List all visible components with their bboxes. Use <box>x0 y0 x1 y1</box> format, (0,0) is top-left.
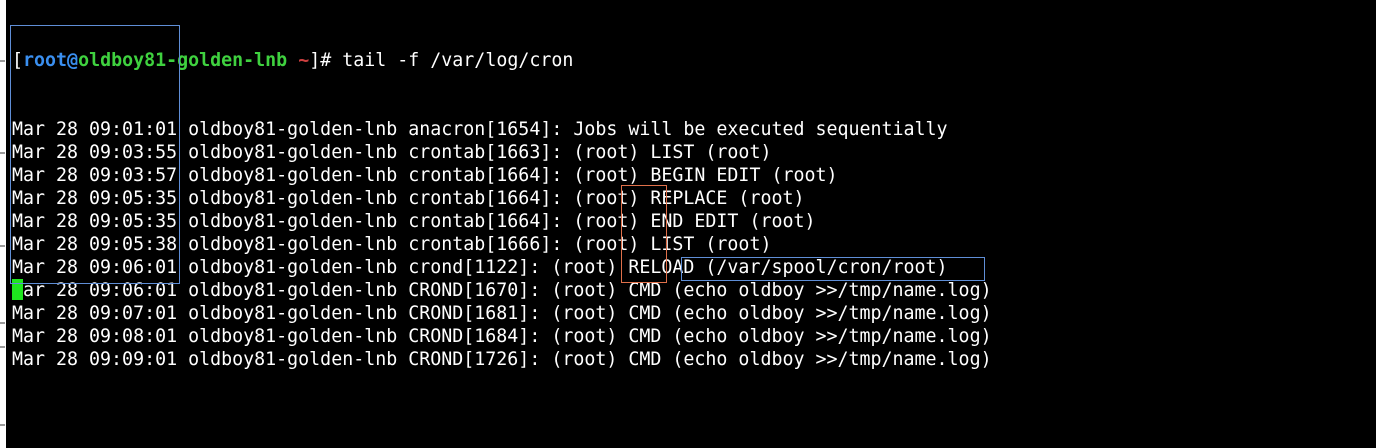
edge-mark <box>0 424 5 426</box>
edge-mark <box>0 245 5 247</box>
log-message: CROND[1684]: (root) CMD (echo oldboy >>/… <box>408 326 992 347</box>
edge-mark <box>0 152 5 154</box>
log-timestamp: Mar 28 09:07:01 <box>12 303 178 324</box>
log-line: Mar 28 09:09:01 oldboy81-golden-lnb CRON… <box>12 348 992 371</box>
log-host: oldboy81-golden-lnb <box>188 349 398 370</box>
log-host: oldboy81-golden-lnb <box>188 165 398 186</box>
prompt-command: tail -f /var/log/cron <box>342 50 574 71</box>
log-message: crontab[1663]: (root) LIST (root) <box>408 142 772 163</box>
log-message: CROND[1670]: (root) CMD (echo oldboy >>/… <box>408 280 992 301</box>
log-line: Mar 28 09:08:01 oldboy81-golden-lnb CRON… <box>12 325 992 348</box>
log-message: anacron[1654]: Jobs will be executed seq… <box>408 119 948 140</box>
edge-mark <box>0 346 5 348</box>
log-message: crontab[1666]: (root) LIST (root) <box>408 234 772 255</box>
prompt-close: ]# <box>309 50 343 71</box>
log-line: Mar 28 09:07:01 oldboy81-golden-lnb CRON… <box>12 302 992 325</box>
timestamp-highlight-box <box>10 25 180 284</box>
log-host: oldboy81-golden-lnb <box>188 280 398 301</box>
log-host: oldboy81-golden-lnb <box>188 257 398 278</box>
log-message: CROND[1726]: (root) CMD (echo oldboy >>/… <box>408 349 992 370</box>
log-host: oldboy81-golden-lnb <box>188 303 398 324</box>
log-timestamp: Mar 28 09:09:01 <box>12 349 178 370</box>
echo-command-highlight-box <box>681 257 985 281</box>
terminal-window[interactable]: [root@oldboy81-golden-lnb ~]# tail -f /v… <box>6 0 1376 448</box>
cmd-highlight-box <box>621 185 667 283</box>
edge-mark <box>0 322 5 324</box>
log-message: crontab[1664]: (root) BEGIN EDIT (root) <box>408 165 838 186</box>
log-host: oldboy81-golden-lnb <box>188 119 398 140</box>
log-host: oldboy81-golden-lnb <box>188 211 398 232</box>
prompt-cwd: ~ <box>287 50 310 71</box>
log-timestamp: Mar 28 09:08:01 <box>12 326 178 347</box>
log-host: oldboy81-golden-lnb <box>188 142 398 163</box>
edge-mark <box>0 60 5 62</box>
log-message: crontab[1664]: (root) REPLACE (root) <box>408 188 805 209</box>
log-message: crontab[1664]: (root) END EDIT (root) <box>408 211 816 232</box>
log-host: oldboy81-golden-lnb <box>188 326 398 347</box>
log-host: oldboy81-golden-lnb <box>188 188 398 209</box>
log-message: CROND[1681]: (root) CMD (echo oldboy >>/… <box>408 303 992 324</box>
log-host: oldboy81-golden-lnb <box>188 234 398 255</box>
